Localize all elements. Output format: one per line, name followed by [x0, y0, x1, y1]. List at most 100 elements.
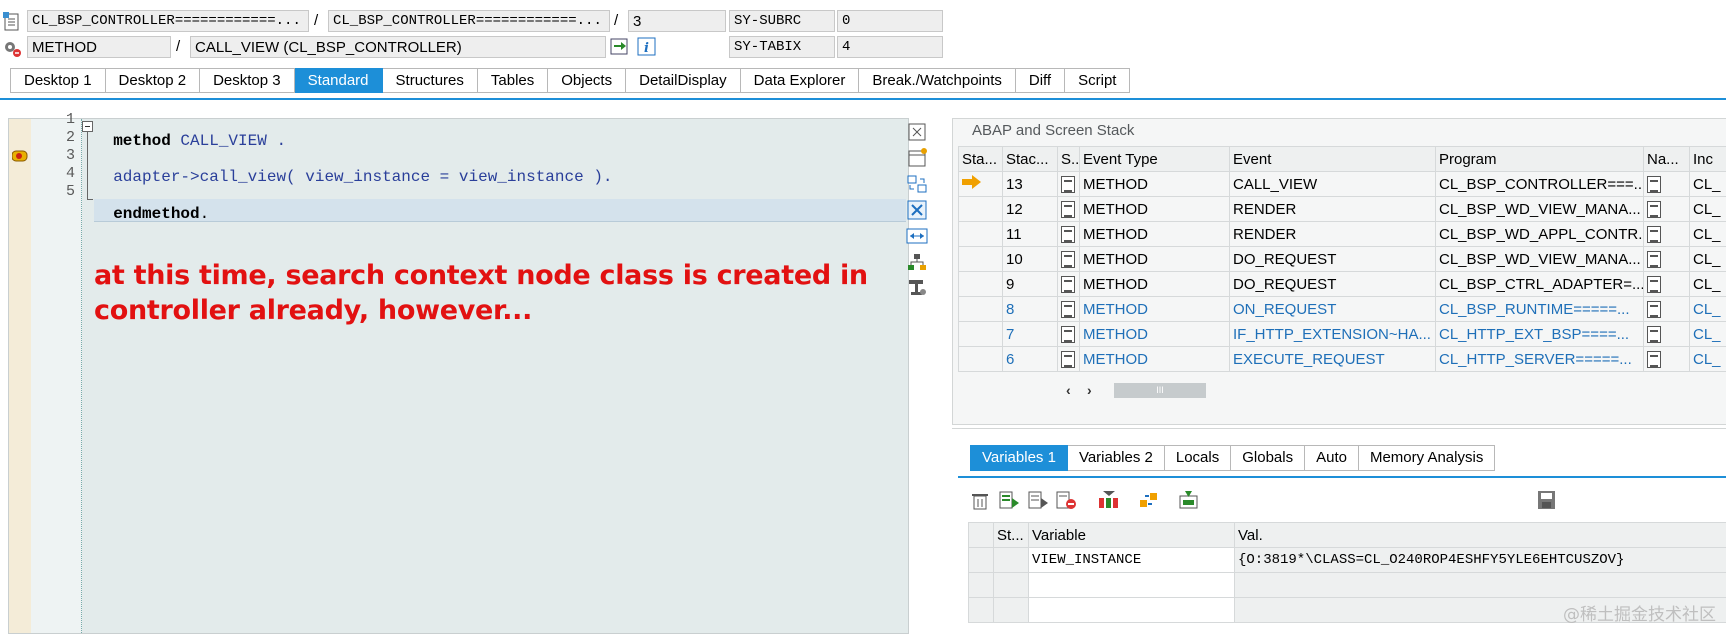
method-field[interactable]: CALL_VIEW (CL_BSP_CONTROLLER) — [190, 36, 606, 58]
table-row[interactable]: 8 METHOD ON_REQUEST CL_BSP_RUNTIME=====.… — [959, 297, 1726, 322]
list-icon[interactable] — [1647, 326, 1661, 343]
export-icon[interactable] — [1177, 490, 1201, 510]
resize-icon[interactable] — [906, 226, 930, 248]
row-selector[interactable] — [969, 573, 994, 598]
tab-detail-display[interactable]: DetailDisplay — [626, 68, 741, 93]
column-header[interactable]: Sta... — [959, 147, 1003, 172]
list-icon[interactable] — [1647, 201, 1661, 218]
info-icon[interactable]: i — [637, 37, 657, 57]
maximize-icon[interactable] — [906, 200, 930, 222]
chevron-right-icon[interactable]: › — [1087, 382, 1092, 398]
variable-value — [1235, 573, 1726, 598]
tab-variables-1[interactable]: Variables 1 — [970, 445, 1068, 471]
breakpoint-gutter[interactable] — [9, 119, 32, 633]
variables-header-row: St... Variable Val. — [969, 523, 1726, 548]
hierarchy-icon[interactable] — [906, 252, 930, 274]
list-icon[interactable] — [1647, 276, 1661, 293]
insert-variable-icon[interactable] — [1027, 490, 1049, 510]
keyword: endmethod — [113, 205, 199, 223]
line-number-field[interactable]: 3 — [628, 10, 726, 32]
program: CL_BSP_CONTROLLER===... — [1436, 172, 1644, 197]
column-header[interactable]: Variable — [1029, 523, 1235, 548]
navigate-icon[interactable] — [610, 37, 630, 57]
list-icon[interactable] — [1647, 176, 1661, 193]
source-icon-cell — [1058, 247, 1080, 272]
column-config-icon[interactable] — [1097, 490, 1121, 510]
variable-name-input[interactable] — [1029, 598, 1235, 623]
tab-memory-analysis[interactable]: Memory Analysis — [1359, 445, 1495, 471]
sy-subrc-label: SY-SUBRC — [729, 10, 835, 32]
column-header[interactable]: Na... — [1644, 147, 1690, 172]
settings-icon — [2, 38, 22, 58]
include-field[interactable]: CL_BSP_CONTROLLER============... — [328, 10, 610, 32]
stack-level: 13 — [1003, 172, 1058, 197]
column-header[interactable]: S.. — [1058, 147, 1080, 172]
column-header[interactable]: Inc — [1690, 147, 1726, 172]
table-row[interactable]: 13 METHOD CALL_VIEW CL_BSP_CONTROLLER===… — [959, 172, 1726, 197]
save-icon[interactable] — [1536, 490, 1558, 510]
column-header[interactable]: Event — [1230, 147, 1436, 172]
scroll-thumb[interactable]: III — [1114, 383, 1206, 398]
tab-objects[interactable]: Objects — [548, 68, 626, 93]
tab-diff[interactable]: Diff — [1016, 68, 1065, 93]
stack-header-row: Sta... Stac... S.. Event Type Event Prog… — [959, 147, 1726, 172]
horizontal-scrollbar[interactable]: ‹ › III — [1060, 382, 1200, 398]
variable-name-input[interactable] — [1029, 573, 1235, 598]
program: CL_BSP_WD_VIEW_MANA... — [1436, 247, 1644, 272]
table-row[interactable]: 6 METHOD EXECUTE_REQUEST CL_HTTP_SERVER=… — [959, 347, 1726, 372]
source-icon-cell — [1058, 222, 1080, 247]
list-icon[interactable] — [1647, 351, 1661, 368]
list-icon[interactable] — [1647, 226, 1661, 243]
row-selector[interactable] — [969, 598, 994, 623]
table-row[interactable]: 7 METHOD IF_HTTP_EXTENSION~HA... CL_HTTP… — [959, 322, 1726, 347]
column-header[interactable]: Stac... — [1003, 147, 1058, 172]
include: CL_ — [1690, 222, 1726, 247]
main-program-field[interactable]: CL_BSP_CONTROLLER============... — [27, 10, 309, 32]
variable-name-input[interactable]: VIEW_INSTANCE — [1029, 548, 1235, 573]
collapse-icon[interactable] — [82, 119, 93, 130]
column-header[interactable]: Program — [1436, 147, 1644, 172]
tab-desktop-1[interactable]: Desktop 1 — [10, 68, 106, 93]
event-type-field[interactable]: METHOD — [27, 36, 171, 58]
tab-desktop-3[interactable]: Desktop 3 — [200, 68, 295, 93]
identifier: adapter — [113, 168, 180, 186]
event-type: METHOD — [1080, 222, 1230, 247]
column-header[interactable]: St... — [994, 523, 1029, 548]
code-line-3: adapter->call_view( view_instance = view… — [94, 150, 613, 186]
tab-desktop-2[interactable]: Desktop 2 — [106, 68, 201, 93]
tab-locals[interactable]: Locals — [1165, 445, 1231, 471]
table-row[interactable]: 12 METHOD RENDER CL_BSP_WD_VIEW_MANA... … — [959, 197, 1726, 222]
chevron-left-icon[interactable]: ‹ — [1066, 382, 1071, 398]
table-row[interactable]: 10 METHOD DO_REQUEST CL_BSP_WD_VIEW_MANA… — [959, 247, 1726, 272]
variable-value[interactable]: {O:3819*\CLASS=CL_O240ROP4ESHFY5YLE6EHTC… — [1235, 548, 1726, 573]
row-selector[interactable] — [969, 548, 994, 573]
column-header[interactable]: Val. — [1235, 523, 1726, 548]
list-icon[interactable] — [1647, 301, 1661, 318]
tab-tables[interactable]: Tables — [478, 68, 548, 93]
tab-script[interactable]: Script — [1065, 68, 1130, 93]
new-window-icon[interactable] — [906, 148, 930, 170]
tab-auto[interactable]: Auto — [1305, 445, 1359, 471]
include: CL_ — [1690, 172, 1726, 197]
code-line-5: endmethod. — [94, 187, 209, 223]
stack-level: 8 — [1003, 297, 1058, 322]
remove-variable-icon[interactable] — [1055, 490, 1077, 510]
table-row[interactable]: 11 METHOD RENDER CL_BSP_WD_APPL_CONTR...… — [959, 222, 1726, 247]
add-variable-icon[interactable] — [998, 490, 1020, 510]
swap-icon[interactable] — [906, 174, 930, 196]
tab-standard[interactable]: Standard — [295, 68, 383, 93]
tab-breakpoints[interactable]: Break./Watchpoints — [859, 68, 1016, 93]
transfer-icon[interactable] — [1137, 490, 1161, 510]
list-icon[interactable] — [1647, 251, 1661, 268]
table-row[interactable] — [969, 573, 1726, 598]
delete-icon[interactable] — [970, 490, 990, 510]
column-header[interactable]: Event Type — [1080, 147, 1230, 172]
table-row[interactable]: VIEW_INSTANCE {O:3819*\CLASS=CL_O240ROP4… — [969, 548, 1726, 573]
tab-data-explorer[interactable]: Data Explorer — [741, 68, 860, 93]
tab-globals[interactable]: Globals — [1231, 445, 1305, 471]
tools-icon[interactable] — [906, 278, 930, 300]
tab-variables-2[interactable]: Variables 2 — [1068, 445, 1165, 471]
close-pane-icon[interactable] — [906, 122, 930, 144]
table-row[interactable]: 9 METHOD DO_REQUEST CL_BSP_CTRL_ADAPTER=… — [959, 272, 1726, 297]
tab-structures[interactable]: Structures — [383, 68, 478, 93]
